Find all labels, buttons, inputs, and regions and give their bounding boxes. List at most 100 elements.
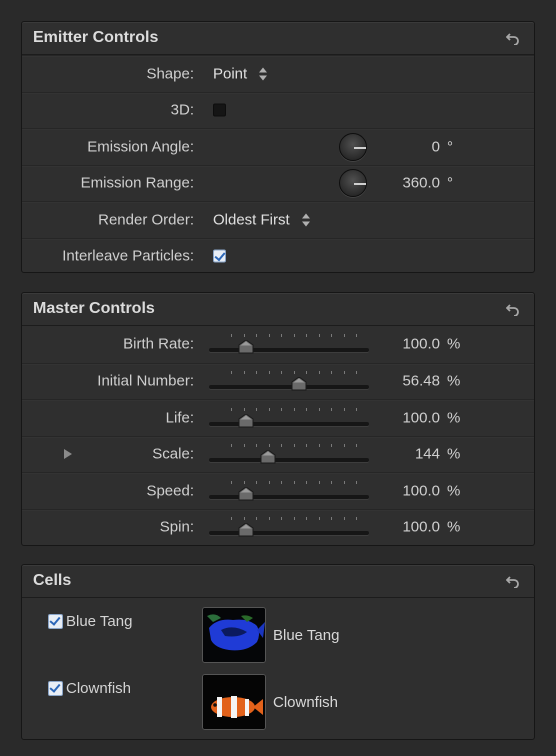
slider-tick: [293, 371, 295, 375]
disclosure-triangle-icon[interactable]: [64, 449, 72, 460]
master-row-value[interactable]: 56.48: [402, 373, 440, 390]
reset-icon[interactable]: [503, 571, 523, 591]
slider-tick: [343, 407, 345, 411]
master-row-value[interactable]: 100.0: [402, 336, 440, 353]
master-row-slider[interactable]: [209, 479, 369, 503]
master-row-slider[interactable]: [209, 332, 369, 356]
render-order-popup[interactable]: Oldest First: [213, 211, 310, 228]
slider-tick: [306, 517, 307, 521]
interleave-checkbox[interactable]: [213, 249, 226, 263]
slider-tick: [268, 444, 270, 448]
cell-clownfish-check-label: Clownfish: [66, 680, 132, 697]
updown-arrows-icon: [259, 67, 268, 81]
master-row-unit: %: [447, 518, 461, 536]
interleave-label: Interleave Particles:: [62, 247, 194, 265]
slider-thumb[interactable]: [238, 413, 254, 428]
master-row-slider[interactable]: [209, 515, 369, 539]
master-row-value[interactable]: 144: [415, 446, 440, 463]
cell-clownfish-checkbox[interactable]: [48, 681, 63, 696]
threed-row: 3D:: [22, 91, 534, 129]
slider-tick: [231, 517, 232, 521]
slider-tick: [318, 444, 320, 448]
master-row-unit: %: [447, 335, 461, 353]
panel-title: Cells: [33, 572, 72, 589]
slider-tick: [268, 371, 270, 375]
threed-control: [213, 103, 226, 117]
slider-tick: [281, 407, 282, 411]
slider-tick: [293, 444, 295, 448]
emission-range-value[interactable]: 360.0: [402, 175, 440, 192]
render-order-row: Render Order: Oldest First: [22, 201, 534, 238]
cell-blue-tang-checkbox[interactable]: [48, 614, 63, 629]
slider-thumb[interactable]: [260, 449, 276, 464]
interleave-row: Interleave Particles:: [22, 237, 534, 275]
slider-tick: [268, 334, 270, 338]
cells-header: Cells: [22, 565, 534, 598]
cell-blue-tang: Blue Tang Blue Tang: [22, 599, 534, 666]
slider-thumb[interactable]: [238, 486, 254, 501]
master-row-slider[interactable]: [209, 406, 369, 430]
emission-range-dial[interactable]: [339, 169, 367, 198]
emission-range-unit: °: [447, 174, 453, 192]
threed-checkbox[interactable]: [213, 103, 226, 117]
slider-thumb[interactable]: [238, 522, 254, 537]
slider-tick: [231, 407, 232, 411]
slider-thumb[interactable]: [238, 339, 254, 354]
slider-tick: [356, 407, 357, 411]
emitter-controls-panel: Emitter Controls Shape: Point 3D: Emissi…: [21, 21, 535, 273]
render-order-label: Render Order:: [98, 211, 194, 229]
emission-angle-dial[interactable]: [339, 132, 367, 161]
slider-tick: [243, 334, 245, 338]
slider-tick: [231, 480, 232, 484]
shape-value: Point: [213, 65, 248, 83]
slider-thumb[interactable]: [291, 376, 307, 391]
master-row: Speed: 100.0%: [22, 472, 534, 509]
master-row-value[interactable]: 100.0: [402, 409, 440, 426]
cell-blue-tang-name: Blue Tang: [273, 627, 340, 644]
shape-popup[interactable]: Point: [213, 65, 268, 83]
slider-tick: [343, 480, 345, 484]
master-row-label: Spin:: [159, 518, 194, 536]
master-row-unit: %: [447, 445, 461, 463]
emission-angle-row: Emission Angle: 0 °: [22, 128, 534, 165]
emission-angle-value[interactable]: 0: [432, 138, 440, 155]
panel-title: Emitter Controls: [33, 29, 159, 46]
slider-tick: [243, 371, 245, 375]
clownfish-thumbnail[interactable]: [202, 674, 266, 730]
slider-tick: [281, 480, 282, 484]
master-row-slider[interactable]: [209, 369, 369, 393]
emitter-controls-header: Emitter Controls: [22, 22, 534, 55]
slider-tick: [293, 334, 295, 338]
master-row-value[interactable]: 100.0: [402, 482, 440, 499]
master-controls-header: Master Controls: [22, 293, 534, 326]
slider-tick: [343, 334, 345, 338]
slider-tick: [356, 480, 357, 484]
slider-tick: [306, 407, 307, 411]
slider-tick: [331, 480, 332, 484]
slider-tick: [331, 517, 332, 521]
cells-panel: Cells Blue Tang Blue Tang Clownfish Clow…: [21, 564, 535, 740]
slider-tick: [243, 480, 245, 484]
slider-tick: [268, 480, 270, 484]
slider-tick: [318, 371, 320, 375]
master-row-label: Scale:: [152, 445, 194, 463]
master-row-slider[interactable]: [209, 442, 369, 466]
slider-tick: [343, 444, 345, 448]
blue-tang-thumbnail[interactable]: [202, 607, 266, 663]
shape-label: Shape:: [146, 65, 194, 83]
master-row-unit: %: [447, 372, 461, 390]
emission-range-label: Emission Range:: [80, 174, 194, 192]
slider-tick: [293, 517, 295, 521]
cell-blue-tang-check-label: Blue Tang: [66, 613, 133, 630]
master-row-value[interactable]: 100.0: [402, 519, 440, 536]
reset-icon[interactable]: [503, 28, 523, 48]
slider-tick: [231, 371, 232, 375]
slider-tick: [293, 407, 295, 411]
slider-tick: [331, 371, 332, 375]
slider-tick: [318, 517, 320, 521]
cell-clownfish: Clownfish Clownfish: [22, 666, 534, 733]
slider-tick: [256, 371, 257, 375]
cell-clownfish-name: Clownfish: [273, 694, 339, 711]
slider-tick: [306, 444, 307, 448]
reset-icon[interactable]: [503, 299, 523, 319]
